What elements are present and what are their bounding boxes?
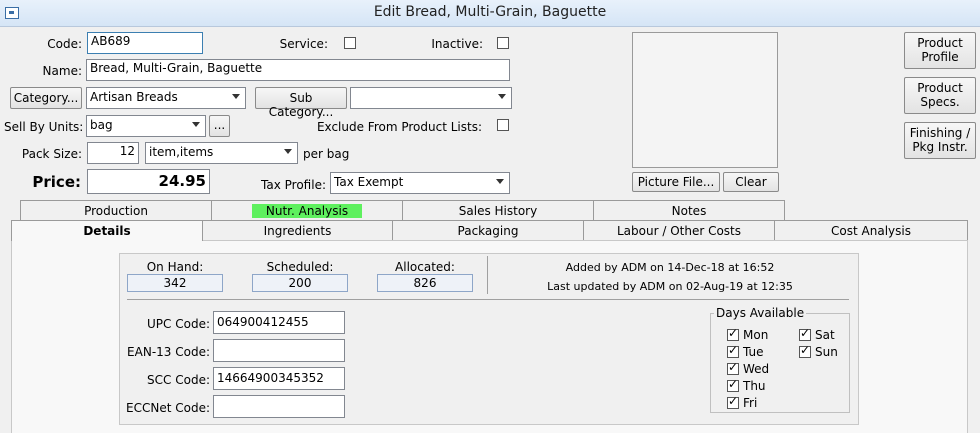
scc-label: SCC Code: <box>147 373 210 387</box>
category-select[interactable]: Artisan Breads <box>86 87 246 109</box>
scheduled-value: 200 <box>252 274 348 292</box>
category-button[interactable]: Category... <box>10 87 82 109</box>
days-available-title: Days Available <box>714 306 807 320</box>
chevron-down-icon <box>496 179 504 184</box>
day-checkbox[interactable] <box>727 343 739 358</box>
finishing-line2: Pkg Instr. <box>912 140 968 154</box>
horizontal-divider <box>127 299 849 300</box>
product-specs-button[interactable]: Product Specs. <box>904 77 976 114</box>
tab-details[interactable]: Details <box>11 220 203 241</box>
eccnet-input[interactable] <box>213 395 345 418</box>
added-by-text: Added by ADM on 14-Dec-18 at 16:52 <box>565 261 775 274</box>
tab-labour-other-costs[interactable]: Labour / Other Costs <box>583 220 775 240</box>
day-sun[interactable]: Sun <box>799 343 838 359</box>
sell-by-select[interactable]: bag <box>86 115 206 137</box>
day-checkbox[interactable] <box>799 343 811 358</box>
product-picture[interactable] <box>632 32 778 168</box>
price-label: Price: <box>32 173 81 191</box>
sell-by-value: bag <box>90 118 113 132</box>
day-label: Mon <box>743 328 769 342</box>
inactive-label: Inactive: <box>431 37 483 51</box>
name-label: Name: <box>42 64 82 78</box>
day-label: Sun <box>815 345 838 359</box>
day-mon[interactable]: Mon <box>727 326 769 342</box>
product-profile-line1: Product <box>917 36 963 50</box>
subcategory-button[interactable]: Sub Category... <box>255 87 347 119</box>
code-label: Code: <box>47 37 82 51</box>
tab-ingredients[interactable]: Ingredients <box>202 220 393 240</box>
pack-size-label: Pack Size: <box>21 147 82 161</box>
day-checkbox[interactable] <box>727 377 739 392</box>
product-specs-line2: Specs. <box>920 95 960 109</box>
day-checkbox[interactable] <box>727 394 739 409</box>
day-checkbox[interactable] <box>727 326 739 341</box>
ean-label: EAN-13 Code: <box>127 345 210 359</box>
day-wed[interactable]: Wed <box>727 360 770 376</box>
eccnet-label: ECCNet Code: <box>126 401 210 415</box>
exclude-label: Exclude From Product Lists: <box>316 120 482 134</box>
sell-by-label: Sell By Units: <box>4 120 84 134</box>
day-label: Wed <box>743 362 770 376</box>
scc-input[interactable]: 14664900345352 <box>213 367 345 390</box>
inactive-checkbox[interactable] <box>497 37 509 49</box>
pack-unit-select[interactable]: item,items <box>145 142 298 164</box>
day-checkbox[interactable] <box>727 360 739 375</box>
pack-size-input[interactable]: 12 <box>87 142 139 164</box>
sell-by-lookup-button[interactable]: ... <box>209 115 230 137</box>
finishing-line1: Finishing / <box>909 126 971 140</box>
window-title: Edit Bread, Multi-Grain, Baguette <box>373 4 607 20</box>
upc-label: UPC Code: <box>147 317 210 331</box>
tab-cost-analysis[interactable]: Cost Analysis <box>774 220 968 240</box>
vertical-divider <box>487 256 488 294</box>
tab-nutr-analysis[interactable]: Nutr. Analysis <box>211 200 403 221</box>
price-input[interactable]: 24.95 <box>87 169 210 194</box>
tab-sales-history[interactable]: Sales History <box>402 200 594 221</box>
tab-notes[interactable]: Notes <box>593 200 785 221</box>
tab-packaging[interactable]: Packaging <box>392 220 584 240</box>
service-label: Service: <box>279 37 328 51</box>
exclude-checkbox[interactable] <box>497 119 509 131</box>
day-label: Fri <box>743 396 758 410</box>
service-checkbox[interactable] <box>344 37 356 49</box>
tax-profile-label: Tax Profile: <box>261 178 326 192</box>
chevron-down-icon <box>284 149 292 154</box>
updated-by-text: Last updated by ADM on 02-Aug-19 at 12:3… <box>547 280 793 293</box>
tab-production[interactable]: Production <box>20 200 212 221</box>
pack-unit-value: item,items <box>149 145 214 159</box>
day-label: Thu <box>743 379 766 393</box>
day-label: Tue <box>743 345 764 359</box>
allocated-value: 826 <box>377 274 473 292</box>
name-input[interactable]: Bread, Multi-Grain, Baguette <box>86 59 510 81</box>
on-hand-label: On Hand: <box>146 260 204 274</box>
day-thu[interactable]: Thu <box>727 377 766 393</box>
upc-input[interactable]: 064900412455 <box>213 311 345 334</box>
on-hand-value: 342 <box>127 274 223 292</box>
scheduled-label: Scheduled: <box>266 260 334 274</box>
chevron-down-icon <box>232 94 240 99</box>
chevron-down-icon <box>498 94 506 99</box>
chevron-down-icon <box>192 122 200 127</box>
subcategory-select[interactable] <box>350 87 512 109</box>
allocated-label: Allocated: <box>395 260 455 274</box>
day-sat[interactable]: Sat <box>799 326 835 342</box>
day-label: Sat <box>815 328 835 342</box>
clear-picture-button[interactable]: Clear <box>723 172 779 192</box>
product-specs-line1: Product <box>917 81 963 95</box>
day-tue[interactable]: Tue <box>727 343 764 359</box>
title-bar: Edit Bread, Multi-Grain, Baguette <box>0 0 980 27</box>
day-fri[interactable]: Fri <box>727 394 758 410</box>
code-input[interactable]: AB689 <box>87 32 203 54</box>
day-checkbox[interactable] <box>799 326 811 341</box>
picture-file-button[interactable]: Picture File... <box>632 172 720 192</box>
category-value: Artisan Breads <box>90 90 178 104</box>
product-profile-line2: Profile <box>921 50 959 64</box>
tax-profile-value: Tax Exempt <box>334 175 404 189</box>
tax-profile-select[interactable]: Tax Exempt <box>330 172 510 194</box>
ean-input[interactable] <box>213 339 345 362</box>
per-unit-text: per bag <box>303 147 350 161</box>
tab-nutr-analysis-label: Nutr. Analysis <box>251 204 363 218</box>
product-profile-button[interactable]: Product Profile <box>904 32 976 69</box>
finishing-button[interactable]: Finishing / Pkg Instr. <box>904 122 976 159</box>
